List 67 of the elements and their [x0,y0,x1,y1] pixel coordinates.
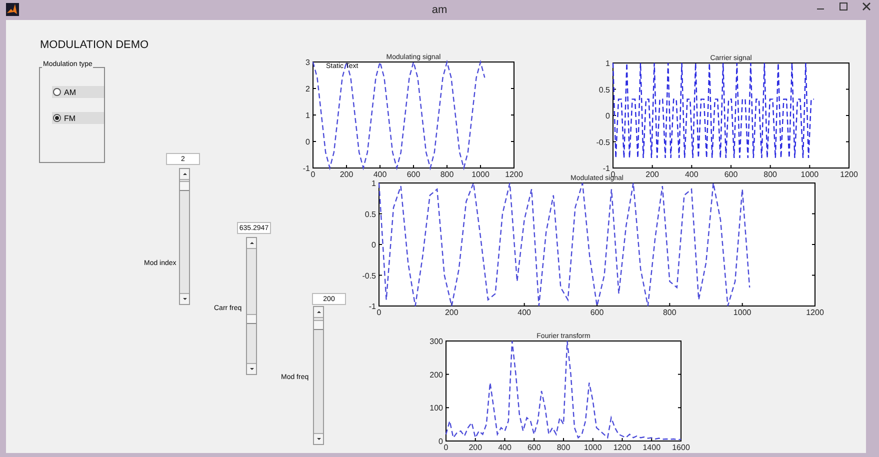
x-tick-label: 400 [498,443,512,452]
y-tick-label: 0.5 [598,85,610,94]
y-tick-label: 0 [438,437,443,446]
slider-up-button[interactable] [314,307,323,318]
x-tick-label: 600 [724,170,738,179]
x-tick-label: 400 [518,308,532,317]
slider-down-button[interactable] [247,363,256,374]
x-tick-label: 1200 [806,308,824,317]
window-title: am [432,4,448,16]
slider-thumb[interactable] [314,320,323,330]
x-tick-label: 600 [406,170,420,179]
y-tick-label: 1 [306,111,310,120]
slider-down-button[interactable] [314,433,323,444]
x-tick-label: 1000 [800,170,819,179]
x-tick-label: 200 [468,443,482,452]
y-tick-label: 0 [606,112,610,120]
x-tick-label: 800 [440,170,454,179]
y-tick-label: 200 [430,370,443,380]
x-tick-label: 1000 [472,170,490,179]
y-tick-label: -0.5 [362,271,376,280]
x-tick-label: 200 [340,170,354,179]
x-tick-label: 0 [444,443,448,452]
heading: MODULATION DEMO [40,39,149,51]
vertical-slider[interactable] [179,168,190,305]
x-tick-label: 1600 [672,443,690,452]
y-tick-label: -1 [302,164,310,173]
x-tick-label: 1200 [613,443,632,452]
y-tick-label: 3 [306,58,310,67]
x-tick-label: 600 [527,443,541,452]
x-tick-label: 1200 [505,170,523,179]
app-icon [6,3,19,16]
x-tick-label: 0 [376,308,382,317]
slider-thumb[interactable] [180,180,189,191]
maximize-icon[interactable] [839,2,848,11]
slider-up-button[interactable] [180,169,189,180]
x-tick-label: 600 [590,308,604,317]
y-tick-label: 100 [430,404,443,413]
slider-down-button[interactable] [180,293,189,304]
x-tick-label: 0 [310,170,316,179]
radio-option[interactable]: FM [52,112,104,124]
x-tick-label: 1000 [584,443,602,452]
y-tick-label: -1 [602,164,610,173]
y-tick-label: 0.5 [364,210,376,219]
x-tick-label: 400 [684,170,698,179]
y-tick-label: 1 [372,179,376,188]
y-tick-label: 0 [372,240,376,250]
slider-up-button[interactable] [247,238,256,249]
y-tick-label: -0.5 [596,138,610,147]
close-icon[interactable] [862,2,871,11]
x-tick-label: 400 [373,170,387,179]
y-tick-label: 2 [306,84,310,94]
slider-thumb[interactable] [247,314,256,324]
x-tick-label: 200 [444,308,458,317]
x-tick-label: 1200 [840,170,858,179]
radio-option[interactable]: AM [52,86,104,98]
y-tick-label: 0 [306,138,310,146]
y-tick-label: 1 [606,59,610,68]
vertical-slider[interactable] [313,306,324,445]
vertical-slider[interactable] [246,237,257,375]
y-tick-label: -1 [368,302,376,311]
x-tick-label: 800 [556,443,570,452]
x-tick-label: 1400 [642,443,661,452]
x-tick-label: 1000 [733,308,752,317]
x-tick-label: 800 [764,170,778,179]
x-tick-label: 800 [662,308,676,317]
y-tick-label: 300 [430,337,443,346]
x-tick-label: 200 [646,170,660,179]
